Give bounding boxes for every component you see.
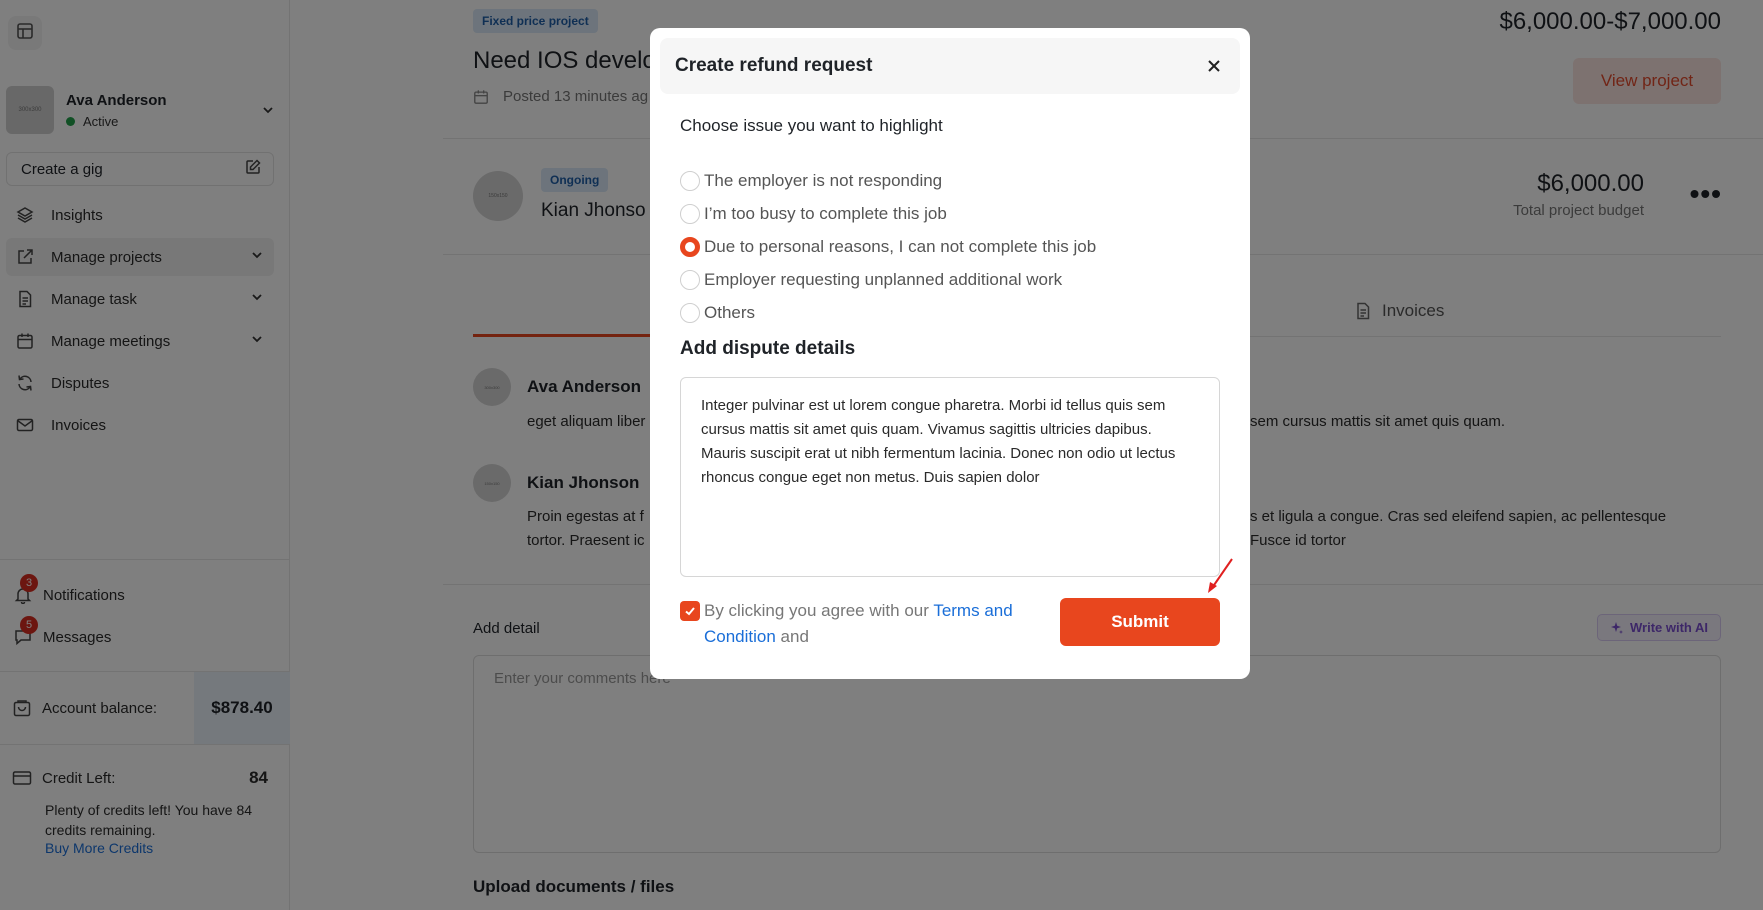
issue-option[interactable]: I’m too busy to complete this job xyxy=(680,197,1220,230)
dispute-details-textarea[interactable]: Integer pulvinar est ut lorem congue pha… xyxy=(680,377,1220,577)
radio-button[interactable] xyxy=(680,170,700,191)
agree-checkbox[interactable] xyxy=(680,601,700,621)
issue-option[interactable]: Employer requesting unplanned additional… xyxy=(680,263,1220,296)
annotation-arrow-icon xyxy=(1208,558,1233,593)
modal-header: Create refund request xyxy=(660,38,1240,94)
option-label: I’m too busy to complete this job xyxy=(704,203,947,223)
radio-button-selected[interactable] xyxy=(680,236,700,257)
issue-options: The employer is not responding I’m too b… xyxy=(680,164,1220,329)
agree-text-suffix: and xyxy=(775,627,809,646)
submit-button[interactable]: Submit xyxy=(1060,598,1220,646)
issue-option[interactable]: Others xyxy=(680,296,1220,329)
issue-question: Choose issue you want to highlight xyxy=(680,116,943,135)
radio-button[interactable] xyxy=(680,302,700,323)
modal-title: Create refund request xyxy=(675,55,873,76)
option-label: Others xyxy=(704,302,756,322)
issue-option[interactable]: Due to personal reasons, I can not compl… xyxy=(680,230,1220,263)
issue-option[interactable]: The employer is not responding xyxy=(680,164,1220,197)
terms-agreement: By clicking you agree with our Terms and… xyxy=(680,598,1020,650)
refund-request-modal: Create refund request Choose issue you w… xyxy=(650,28,1250,679)
option-label: Employer requesting unplanned additional… xyxy=(704,269,1063,289)
radio-button[interactable] xyxy=(680,269,700,290)
option-label: The employer is not responding xyxy=(704,170,943,190)
dispute-details-title: Add dispute details xyxy=(680,338,856,359)
close-icon[interactable] xyxy=(1202,54,1226,78)
option-label: Due to personal reasons, I can not compl… xyxy=(704,236,1097,256)
agree-text: By clicking you agree with our xyxy=(704,601,934,620)
radio-button[interactable] xyxy=(680,203,700,224)
